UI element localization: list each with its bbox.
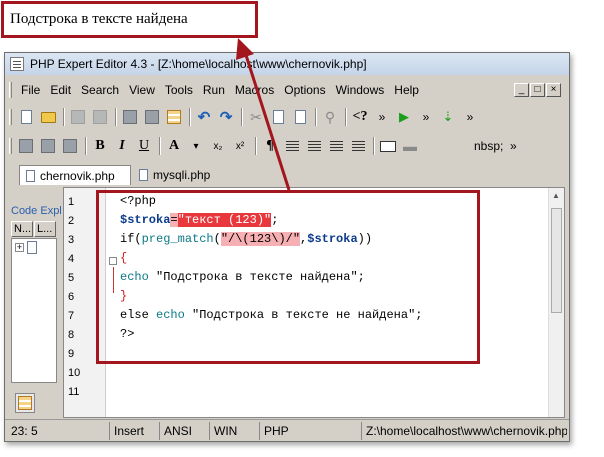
arrow-head	[236, 38, 254, 60]
screenshot-root: Подстрока в тексте найдена PHP Expert Ed…	[0, 0, 604, 457]
annotation-arrow	[236, 38, 291, 191]
arrow-shaft	[243, 51, 291, 191]
